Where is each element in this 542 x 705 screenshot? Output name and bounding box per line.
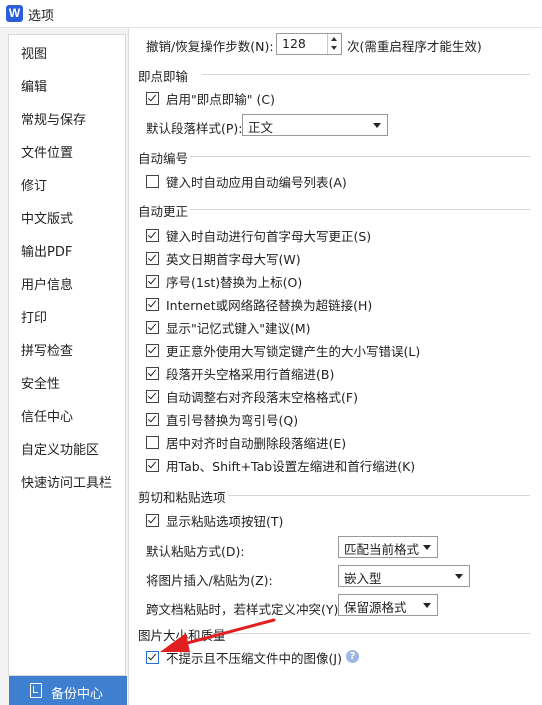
- section-divider: [202, 74, 530, 75]
- autocorrect-label-1: 键入时自动进行句首字母大写更正(S): [166, 229, 372, 244]
- section-auto-number: 自动编号: [138, 151, 189, 166]
- image-paste-label: 将图片插入/粘贴为(Z):: [146, 573, 273, 588]
- edit-options-panel: 撤销/恢复操作步数(N): 128 次(需重启程序才能生效) 即点即输 启用"即…: [128, 28, 542, 705]
- chevron-down-icon: [423, 545, 431, 550]
- autocorrect-label-10: 居中对齐时自动删除段落缩进(E): [166, 436, 347, 451]
- autocorrect-label-8: 自动调整右对齐段落末空格格式(F): [166, 390, 358, 405]
- section-cut-paste: 剪切和粘贴选项: [138, 490, 226, 505]
- sidebar: 视图 编辑 常规与保存 文件位置 修订 中文版式 输出PDF 用户信息 打印 拼…: [0, 28, 129, 705]
- sidebar-item-user-info[interactable]: 用户信息: [21, 274, 73, 293]
- autocorrect-checkbox-11[interactable]: [146, 459, 159, 472]
- image-paste-value: 嵌入型: [344, 571, 382, 586]
- sidebar-item-quick-access-toolbar[interactable]: 快速访问工具栏: [21, 472, 112, 491]
- autocorrect-checkbox-4[interactable]: [146, 298, 159, 311]
- wps-writer-logo-icon: W: [6, 5, 23, 22]
- sidebar-item-security[interactable]: 安全性: [21, 373, 60, 392]
- autocorrect-label-9: 直引号替换为弯引号(Q): [166, 413, 299, 428]
- autocorrect-checkbox-7[interactable]: [146, 367, 159, 380]
- default-paste-value: 匹配当前格式: [344, 542, 420, 557]
- default-paragraph-style-select[interactable]: 正文: [242, 114, 388, 136]
- style-conflict-value: 保留源格式: [344, 600, 407, 615]
- title-bar: W 选项: [0, 0, 542, 28]
- sidebar-item-view[interactable]: 视图: [21, 43, 47, 62]
- backup-center-button[interactable]: 备份中心: [9, 676, 127, 705]
- help-icon[interactable]: ?: [346, 650, 359, 663]
- enable-instant-input-label: 启用"即点即输" (C): [166, 92, 275, 107]
- sidebar-item-trust-center[interactable]: 信任中心: [21, 406, 73, 425]
- spinner-up-icon[interactable]: [331, 37, 337, 41]
- auto-number-list-checkbox[interactable]: [146, 175, 159, 188]
- sidebar-item-print[interactable]: 打印: [21, 307, 47, 326]
- undo-steps-spinner[interactable]: 128: [276, 33, 342, 55]
- autocorrect-checkbox-2[interactable]: [146, 252, 159, 265]
- sidebar-item-file-location[interactable]: 文件位置: [21, 142, 73, 161]
- auto-number-list-label: 键入时自动应用自动编号列表(A): [166, 175, 347, 190]
- sidebar-item-edit[interactable]: 编辑: [21, 76, 47, 95]
- autocorrect-checkbox-8[interactable]: [146, 390, 159, 403]
- default-paragraph-style-label: 默认段落样式(P):: [146, 121, 243, 136]
- autocorrect-checkbox-10[interactable]: [146, 436, 159, 449]
- sidebar-item-export-pdf[interactable]: 输出PDF: [21, 241, 72, 260]
- chevron-down-icon: [455, 574, 463, 579]
- undo-steps-value: 128: [282, 36, 306, 51]
- sidebar-item-chinese-layout[interactable]: 中文版式: [21, 208, 73, 227]
- style-conflict-select[interactable]: 保留源格式: [338, 594, 438, 616]
- spinner-down-icon[interactable]: [331, 46, 337, 50]
- autocorrect-label-4: Internet或网络路径替换为超链接(H): [166, 298, 373, 313]
- image-paste-select[interactable]: 嵌入型: [338, 565, 470, 587]
- autocorrect-label-3: 序号(1st)替换为上标(O): [166, 275, 303, 290]
- default-paragraph-style-value: 正文: [248, 120, 274, 135]
- enable-instant-input-checkbox[interactable]: [146, 92, 159, 105]
- autocorrect-checkbox-9[interactable]: [146, 413, 159, 426]
- show-paste-options-label: 显示粘贴选项按钮(T): [166, 514, 284, 529]
- chevron-down-icon: [423, 603, 431, 608]
- no-compress-images-label: 不提示且不压缩文件中的图像(J): [166, 651, 342, 666]
- window-title: 选项: [28, 9, 55, 24]
- chevron-down-icon: [373, 123, 381, 128]
- autocorrect-label-6: 更正意外使用大写锁定键产生的大小写错误(L): [166, 344, 421, 359]
- autocorrect-checkbox-3[interactable]: [146, 275, 159, 288]
- show-paste-options-checkbox[interactable]: [146, 514, 159, 527]
- sidebar-item-general-save[interactable]: 常规与保存: [21, 109, 86, 128]
- autocorrect-label-11: 用Tab、Shift+Tab设置左缩进和首行缩进(K): [166, 459, 416, 474]
- autocorrect-checkbox-6[interactable]: [146, 344, 159, 357]
- section-instant-input: 即点即输: [138, 69, 189, 84]
- spinner-buttons[interactable]: [327, 34, 341, 54]
- default-paste-label: 默认粘贴方式(D):: [146, 544, 245, 559]
- autocorrect-label-2: 英文日期首字母大写(W): [166, 252, 301, 267]
- section-divider: [228, 495, 530, 496]
- sidebar-list: 视图 编辑 常规与保存 文件位置 修订 中文版式 输出PDF 用户信息 打印 拼…: [8, 34, 126, 676]
- backup-center-label: 备份中心: [51, 687, 104, 702]
- sidebar-item-revision[interactable]: 修订: [21, 175, 47, 194]
- autocorrect-checkbox-1[interactable]: [146, 229, 159, 242]
- section-image-quality: 图片大小和质量: [138, 628, 226, 643]
- undo-steps-note: 次(需重启程序才能生效): [347, 39, 482, 54]
- autocorrect-checkbox-5[interactable]: [146, 321, 159, 334]
- section-divider: [190, 209, 530, 210]
- undo-steps-label: 撤销/恢复操作步数(N):: [146, 39, 274, 54]
- autocorrect-label-7: 段落开头空格采用行首缩进(B): [166, 367, 335, 382]
- section-divider: [190, 156, 530, 157]
- section-divider: [228, 633, 530, 634]
- no-compress-images-checkbox[interactable]: [146, 651, 159, 664]
- sidebar-item-customize-ribbon[interactable]: 自定义功能区: [21, 439, 99, 458]
- section-auto-correct: 自动更正: [138, 204, 189, 219]
- backup-icon: [30, 683, 42, 698]
- default-paste-select[interactable]: 匹配当前格式: [338, 536, 438, 558]
- autocorrect-label-5: 显示"记忆式键入"建议(M): [166, 321, 311, 336]
- style-conflict-label: 跨文档粘贴时，若样式定义冲突(Y):: [146, 602, 343, 617]
- sidebar-item-spellcheck[interactable]: 拼写检查: [21, 340, 73, 359]
